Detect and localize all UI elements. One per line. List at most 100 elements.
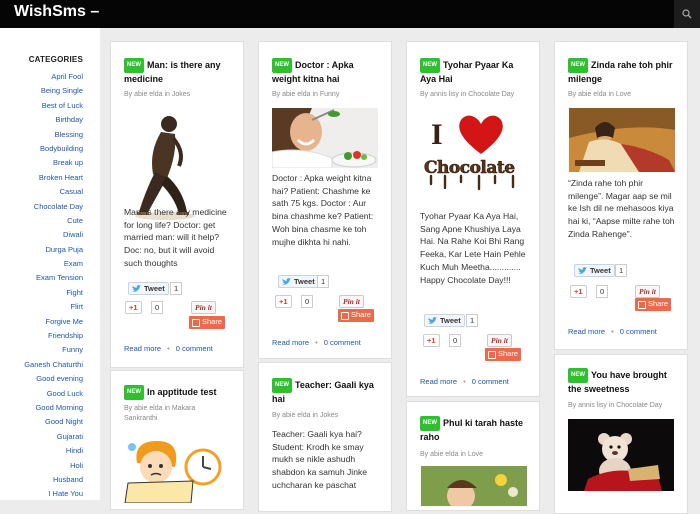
category-link[interactable]: Gujarati bbox=[24, 430, 83, 444]
post-footer: Read more • 0 comment bbox=[124, 344, 213, 353]
google-plus-button[interactable]: +1 bbox=[423, 334, 440, 347]
category-link[interactable]: Durga Puja bbox=[24, 243, 83, 257]
post-meta: By abie elda in Love bbox=[568, 91, 632, 98]
post-title[interactable]: NEW In apptitude test bbox=[124, 385, 234, 400]
category-link[interactable]: Chocolate Day bbox=[24, 200, 83, 214]
new-badge: NEW bbox=[124, 385, 144, 400]
google-plus-button[interactable]: +1 bbox=[570, 285, 587, 298]
category-link[interactable]: Casual bbox=[24, 185, 83, 199]
new-badge: NEW bbox=[272, 378, 292, 393]
post-image[interactable] bbox=[569, 108, 675, 172]
tweet-button[interactable]: Tweet bbox=[278, 275, 319, 288]
post-image[interactable] bbox=[421, 466, 527, 506]
sidebar: CATEGORIES April Fool Being Single Best … bbox=[0, 28, 100, 500]
tweet-button[interactable]: Tweet bbox=[128, 282, 169, 295]
share-button[interactable]: Share bbox=[189, 316, 226, 329]
comment-count-link[interactable]: 0 comment bbox=[620, 327, 657, 336]
google-plus-count: 0 bbox=[449, 334, 462, 347]
category-link[interactable]: Good Night bbox=[24, 415, 83, 429]
category-link[interactable]: Funny bbox=[24, 343, 83, 357]
post-meta: By abie elda in Makara Sankranthi bbox=[124, 405, 196, 422]
pinterest-button[interactable]: Pin it bbox=[635, 285, 660, 298]
category-link[interactable]: Cute bbox=[24, 214, 83, 228]
share-button[interactable]: Share bbox=[485, 348, 522, 361]
student-exam-illustration bbox=[124, 441, 222, 503]
woman-eating-salad-photo bbox=[272, 108, 378, 168]
category-link[interactable]: Holi bbox=[24, 459, 83, 473]
read-more-link[interactable]: Read more bbox=[124, 344, 161, 353]
post-image[interactable] bbox=[272, 108, 378, 168]
tweet-count: 1 bbox=[466, 314, 479, 327]
twitter-bird-icon bbox=[578, 267, 587, 274]
post-card: NEW Phul ki tarah haste raho By abie elda… bbox=[406, 401, 540, 511]
share-button[interactable]: Share bbox=[338, 309, 375, 322]
pinterest-button[interactable]: Pin it bbox=[487, 334, 512, 347]
tweet-count: 1 bbox=[317, 275, 330, 288]
post-excerpt: Tyohar Pyaar Ka Aya Hai, Sang Apne Khush… bbox=[420, 211, 526, 285]
category-link[interactable]: Diwali bbox=[24, 228, 83, 242]
post-image[interactable]: I Chocolate bbox=[421, 110, 527, 192]
tweet-button[interactable]: Tweet bbox=[424, 314, 465, 327]
category-link[interactable]: Good Luck bbox=[24, 387, 83, 401]
post-footer: Read more • 0 comment bbox=[568, 327, 657, 336]
read-more-link[interactable]: Read more bbox=[420, 377, 457, 386]
google-plus-button[interactable]: +1 bbox=[125, 301, 142, 314]
category-link[interactable]: Bodybuilding bbox=[24, 142, 83, 156]
post-title[interactable]: NEW Tyohar Pyaar Ka Aya Hai bbox=[420, 58, 530, 86]
comment-count-link[interactable]: 0 comment bbox=[472, 377, 509, 386]
post-card: NEW Tyohar Pyaar Ka Aya Hai By annis lisy… bbox=[406, 41, 540, 397]
post-title[interactable]: NEW Man: is there any medicine bbox=[124, 58, 234, 86]
post-title[interactable]: NEW Doctor : Apka weight kitna hai bbox=[272, 58, 382, 86]
post-title[interactable]: NEW Zinda rahe toh phir milenge bbox=[568, 58, 678, 86]
category-link[interactable]: Exam Tension bbox=[24, 271, 83, 285]
category-link[interactable]: Being Single bbox=[24, 84, 83, 98]
post-excerpt: “Zinda rahe toh phir milenge”. Magar aap… bbox=[568, 178, 675, 239]
twitter-bird-icon bbox=[132, 285, 141, 292]
category-link[interactable]: Flirt bbox=[24, 300, 84, 314]
category-link[interactable]: Break up bbox=[24, 156, 83, 170]
search-button[interactable] bbox=[674, 0, 700, 28]
google-plus-count: 0 bbox=[301, 295, 314, 308]
top-bar: WishSms – bbox=[0, 0, 700, 28]
category-link[interactable]: Good Morning bbox=[24, 401, 83, 415]
read-more-link[interactable]: Read more bbox=[272, 338, 309, 347]
post-image[interactable] bbox=[568, 419, 674, 491]
category-link[interactable]: Ganesh Chaturthi bbox=[24, 358, 83, 372]
category-link[interactable]: Blessing bbox=[24, 128, 83, 142]
category-link[interactable]: Birthday bbox=[24, 113, 83, 127]
post-card: NEW In apptitude test By abie elda in Mak… bbox=[110, 370, 244, 510]
category-link[interactable]: Broken Heart bbox=[24, 171, 83, 185]
read-more-link[interactable]: Read more bbox=[568, 327, 605, 336]
pinterest-button[interactable]: Pin it bbox=[191, 301, 216, 314]
category-link[interactable]: Best of Luck bbox=[24, 99, 83, 113]
svg-text:I: I bbox=[431, 118, 443, 151]
tweet-count: 1 bbox=[615, 264, 628, 277]
tweet-button[interactable]: Tweet bbox=[574, 264, 615, 277]
category-link[interactable]: Fight bbox=[24, 286, 83, 300]
categories-heading: CATEGORIES bbox=[28, 55, 83, 64]
site-title[interactable]: WishSms – bbox=[14, 3, 99, 21]
post-card: NEW Zinda rahe toh phir milenge By abie e… bbox=[554, 41, 688, 350]
category-link[interactable]: Good evening bbox=[24, 372, 83, 386]
teddy-bear-chocolate-image bbox=[568, 419, 674, 491]
post-title[interactable]: NEW You have brought the sweetness bbox=[568, 368, 678, 396]
category-link[interactable]: Husband bbox=[24, 473, 83, 487]
comment-count-link[interactable]: 0 comment bbox=[176, 344, 213, 353]
comment-count-link[interactable]: 0 comment bbox=[324, 338, 361, 347]
post-title[interactable]: NEW Phul ki tarah haste raho bbox=[420, 416, 530, 444]
category-link[interactable]: April Fool bbox=[24, 70, 83, 84]
post-title[interactable]: NEW Teacher: Gaali kya hai bbox=[272, 378, 382, 406]
post-card: NEW Doctor : Apka weight kitna hai By abi… bbox=[258, 41, 392, 359]
post-card: NEW You have brought the sweetness By ann… bbox=[554, 354, 688, 514]
category-link[interactable]: Friendship bbox=[24, 329, 83, 343]
category-link[interactable]: Hindi bbox=[24, 444, 83, 458]
share-button[interactable]: Share bbox=[635, 298, 672, 311]
post-excerpt: Man: is there any medicine for long life… bbox=[124, 207, 227, 268]
category-link[interactable]: Forgive Me bbox=[24, 315, 83, 329]
category-link[interactable]: Exam bbox=[24, 257, 83, 271]
post-image[interactable] bbox=[123, 433, 229, 503]
google-plus-button[interactable]: +1 bbox=[275, 295, 292, 308]
post-meta: By abie elda in Jokes bbox=[124, 91, 191, 98]
pinterest-button[interactable]: Pin it bbox=[339, 295, 364, 308]
post-excerpt: Teacher: Gaali kya hai? Student: Krodh k… bbox=[272, 429, 368, 490]
